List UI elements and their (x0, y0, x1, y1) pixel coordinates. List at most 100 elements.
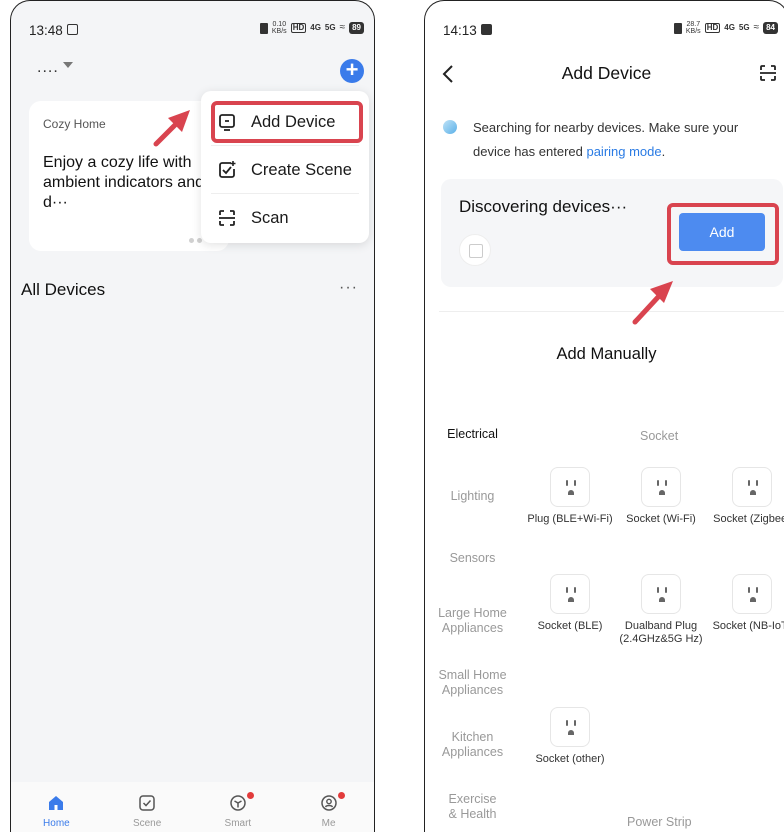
device-tile[interactable]: Socket (Zigbee) (707, 467, 784, 526)
socket-icon (550, 707, 590, 747)
socket-icon (641, 467, 681, 507)
nav-scene[interactable]: Scene (112, 782, 182, 832)
status-time: 13:48 (29, 23, 63, 38)
banner-title: Enjoy a cozy life with ambient indicator… (43, 154, 204, 211)
add-button[interactable]: + (340, 59, 364, 83)
signal-icon-1: 4G (310, 23, 321, 32)
scene-icon (139, 795, 155, 811)
notification-icon (67, 24, 78, 35)
divider (211, 145, 359, 146)
device-label: Socket (Zigbee) (713, 513, 784, 525)
status-icons: 0.10 KB/s HD 4G 5G ≈ 89 (259, 21, 364, 35)
nav-smart[interactable]: Smart (203, 782, 273, 832)
category-small-home-appliances[interactable]: Small Home Appliances (425, 668, 520, 698)
vibrate-icon (673, 22, 682, 34)
phone-screen-add-device: 14:13 28.7 KB/s HD 4G 5G ≈ 84 Add Device … (424, 0, 784, 832)
socket-heading: Socket (640, 429, 679, 443)
device-tile[interactable]: Socket (other) (525, 707, 615, 766)
home-name: .... (37, 59, 59, 76)
home-selector[interactable]: .... (37, 59, 73, 77)
wifi-icon: ≈ (339, 22, 346, 33)
hd-icon: HD (704, 23, 721, 33)
plus-icon: + (345, 57, 359, 82)
menu-item-label: Scan (251, 208, 289, 227)
search-message: Searching for nearby devices. Make sure … (473, 120, 739, 159)
vibrate-icon (259, 22, 268, 34)
device-label: Socket (BLE) (537, 620, 603, 632)
category-electrical[interactable]: Electrical (425, 427, 520, 442)
device-tile[interactable]: Plug (BLE+Wi-Fi) (525, 467, 615, 526)
divider (211, 193, 359, 194)
network-speed: 0.10 KB/s (271, 21, 287, 35)
device-label: Dualband Plug (2.4GHz&5G Hz) (619, 620, 703, 645)
highlight-box-add (667, 203, 779, 265)
category-large-home-appliances[interactable]: Large Home Appliances (425, 606, 520, 636)
menu-item-label: Create Scene (251, 160, 352, 179)
chevron-down-icon (62, 62, 73, 68)
category-lighting[interactable]: Lighting (425, 489, 520, 504)
page-title: Add Device (561, 63, 652, 83)
menu-item-scan[interactable]: Scan (201, 195, 369, 241)
hd-icon: HD (290, 23, 307, 33)
power-strip-heading: Power Strip (627, 815, 692, 829)
add-popup-menu: Add Device Create Scene Scan (201, 91, 369, 243)
socket-icon (732, 467, 772, 507)
device-label: Socket (Wi-Fi) (626, 513, 696, 525)
socket-icon (550, 574, 590, 614)
banner-subtitle: Cozy Home (43, 117, 106, 131)
highlight-box-add-device (211, 101, 363, 143)
status-bar: 14:13 28.7 KB/s HD 4G 5G ≈ 84 (425, 1, 784, 49)
scan-icon[interactable] (758, 63, 778, 83)
nav-label: Scene (132, 818, 162, 829)
create-scene-icon (217, 160, 237, 180)
loading-spinner-icon (443, 120, 457, 134)
device-tile[interactable]: Socket (Wi-Fi) (616, 467, 706, 526)
bottom-nav: Home Scene Smart Me (11, 782, 374, 832)
device-label: Socket (NB-IoT) (712, 620, 784, 632)
device-tile[interactable]: Socket (BLE) (525, 574, 615, 633)
socket-icon (550, 467, 590, 507)
home-icon (49, 796, 64, 810)
category-kitchen-appliances[interactable]: Kitchen Appliances (425, 730, 520, 760)
menu-item-create-scene[interactable]: Create Scene (201, 147, 369, 193)
phone-screen-home: 13:48 0.10 KB/s HD 4G 5G ≈ 89 .... + Cozy… (10, 0, 375, 832)
notification-icon (481, 24, 492, 35)
more-options-button[interactable]: ··· (339, 279, 358, 297)
add-manually-heading: Add Manually (556, 345, 657, 363)
device-label: Socket (other) (535, 753, 605, 765)
battery-icon: 89 (349, 22, 364, 34)
discover-card: Discovering devices··· Add (441, 179, 783, 287)
nav-home[interactable]: Home (21, 782, 91, 832)
battery-icon: 84 (763, 22, 778, 34)
category-sensors[interactable]: Sensors (425, 551, 520, 566)
notification-dot (246, 792, 254, 799)
discovering-title: Discovering devices··· (459, 197, 628, 216)
nav-label: Smart (224, 818, 252, 829)
scan-icon (217, 208, 237, 228)
socket-icon (641, 574, 681, 614)
status-time: 14:13 (443, 23, 477, 38)
device-label: Plug (BLE+Wi-Fi) (527, 513, 613, 525)
notification-dot (337, 792, 345, 799)
smart-icon (230, 795, 246, 811)
search-status: Searching for nearby devices. Make sure … (443, 116, 773, 164)
category-exercise-health[interactable]: Exercise & Health (425, 792, 520, 822)
nav-me[interactable]: Me (294, 782, 364, 832)
device-tile[interactable]: Socket (NB-IoT) (707, 574, 784, 633)
signal-icon-1: 4G (724, 23, 735, 32)
discovered-device-icon (459, 234, 491, 266)
nav-label: Me (321, 818, 336, 829)
network-speed: 28.7 KB/s (685, 21, 701, 35)
signal-icon-2: 5G (738, 23, 750, 32)
signal-icon-2: 5G (324, 23, 336, 32)
me-icon (320, 795, 337, 811)
nav-label: Home (43, 818, 70, 829)
socket-icon (732, 574, 772, 614)
banner-card[interactable]: Cozy Home Enjoy a cozy life with ambient… (29, 101, 229, 251)
pairing-mode-link[interactable]: pairing mode (586, 144, 661, 159)
divider (439, 311, 784, 312)
wifi-icon: ≈ (753, 22, 760, 33)
status-icons: 28.7 KB/s HD 4G 5G ≈ 84 (673, 21, 778, 35)
device-tile[interactable]: Dualband Plug (2.4GHz&5G Hz) (616, 574, 706, 646)
status-bar: 13:48 0.10 KB/s HD 4G 5G ≈ 89 (11, 1, 374, 49)
